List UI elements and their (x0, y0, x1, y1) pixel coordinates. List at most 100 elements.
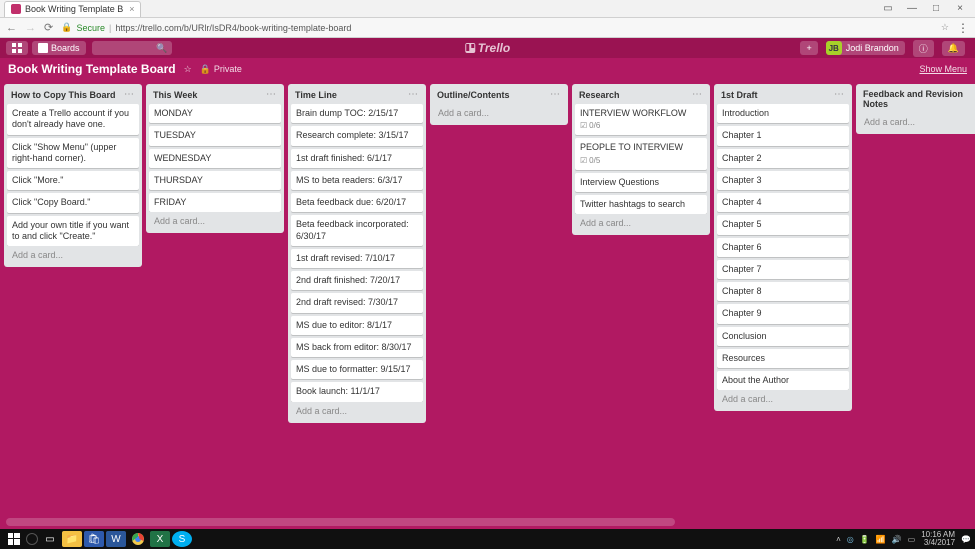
card[interactable]: MS back from editor: 8/30/17 (291, 338, 423, 357)
card[interactable]: PEOPLE TO INTERVIEW☑0/5 (575, 138, 707, 169)
browser-menu-button[interactable]: ⋮ (957, 21, 969, 35)
url-field[interactable]: 🔒 Secure | https://trello.com/b/URlr/IsD… (61, 22, 933, 33)
list-title[interactable]: 1st Draft (721, 90, 833, 100)
card[interactable]: Beta feedback due: 6/20/17 (291, 193, 423, 212)
maximize-button[interactable]: □ (929, 3, 943, 14)
reload-button[interactable]: ⟳ (44, 21, 53, 34)
card[interactable]: Chapter 7 (717, 260, 849, 279)
card[interactable]: MS due to formatter: 9/15/17 (291, 360, 423, 379)
add-card-button[interactable]: Add a card... (291, 402, 423, 420)
star-icon[interactable]: ☆ (941, 22, 949, 33)
card[interactable]: 2nd draft finished: 7/20/17 (291, 271, 423, 290)
card[interactable]: MS due to editor: 8/1/17 (291, 316, 423, 335)
add-card-button[interactable]: Add a card... (575, 214, 707, 232)
file-explorer-icon[interactable]: 📁 (62, 531, 82, 547)
card[interactable]: Chapter 3 (717, 171, 849, 190)
card[interactable]: Resources (717, 349, 849, 368)
card[interactable]: Book launch: 11/1/17 (291, 382, 423, 401)
card[interactable]: Chapter 9 (717, 304, 849, 323)
star-board-button[interactable]: ☆ (184, 64, 192, 75)
card[interactable]: 1st draft finished: 6/1/17 (291, 149, 423, 168)
add-card-button[interactable]: Add a card... (859, 113, 975, 131)
close-button[interactable]: × (953, 3, 967, 14)
skype-icon[interactable]: S (172, 531, 192, 547)
show-menu-button[interactable]: Show Menu (919, 64, 967, 74)
list-menu-button[interactable]: ⋯ (123, 89, 135, 100)
card[interactable]: Chapter 4 (717, 193, 849, 212)
notifications-button[interactable]: 🔔 (942, 41, 965, 56)
list-menu-button[interactable]: ⋯ (691, 89, 703, 100)
tray-volume-icon[interactable]: 🔊 (892, 535, 902, 544)
tab-close-button[interactable]: × (129, 4, 134, 14)
card[interactable]: Click "More." (7, 171, 139, 190)
card[interactable]: 1st draft revised: 7/10/17 (291, 249, 423, 268)
word-icon[interactable]: W (106, 531, 126, 547)
card[interactable]: Chapter 8 (717, 282, 849, 301)
info-button[interactable]: ⓘ (913, 40, 934, 57)
list-menu-button[interactable]: ⋯ (549, 89, 561, 100)
card[interactable]: Introduction (717, 104, 849, 123)
card[interactable]: INTERVIEW WORKFLOW☑0/6 (575, 104, 707, 135)
back-button[interactable]: ← (6, 22, 17, 34)
card[interactable]: THURSDAY (149, 171, 281, 190)
add-card-button[interactable]: Add a card... (149, 212, 281, 230)
list-title[interactable]: Feedback and Revision Notes (863, 89, 975, 109)
start-button[interactable] (4, 531, 24, 547)
tray-input-icon[interactable]: ▭ (908, 535, 916, 544)
card[interactable]: MS to beta readers: 6/3/17 (291, 171, 423, 190)
cortana-button[interactable] (26, 533, 38, 545)
browser-tab[interactable]: Book Writing Template B × (4, 1, 141, 17)
privacy-button[interactable]: 🔒 Private (200, 64, 242, 75)
card[interactable]: Create a Trello account if you don't alr… (7, 104, 139, 135)
create-button[interactable]: + (800, 41, 817, 55)
card[interactable]: MONDAY (149, 104, 281, 123)
trello-logo[interactable]: Trello (465, 41, 510, 55)
app-switcher-button[interactable] (6, 41, 28, 55)
tray-wifi-icon[interactable]: 📶 (876, 535, 886, 544)
card[interactable]: FRIDAY (149, 193, 281, 212)
forward-button[interactable]: → (25, 22, 36, 34)
list-title[interactable]: This Week (153, 90, 265, 100)
card[interactable]: Click "Copy Board." (7, 193, 139, 212)
add-card-button[interactable]: Add a card... (717, 390, 849, 408)
user-menu-button[interactable]: JB Jodi Brandon (826, 41, 905, 55)
board-canvas[interactable]: How to Copy This Board⋯Create a Trello a… (0, 80, 975, 529)
list-title[interactable]: How to Copy This Board (11, 90, 123, 100)
card[interactable]: Brain dump TOC: 2/15/17 (291, 104, 423, 123)
card[interactable]: Click "Show Menu" (upper right-hand corn… (7, 138, 139, 169)
excel-icon[interactable]: X (150, 531, 170, 547)
card[interactable]: Research complete: 3/15/17 (291, 126, 423, 145)
task-view-button[interactable]: ▭ (40, 531, 60, 547)
add-card-button[interactable]: Add a card... (433, 104, 565, 122)
tray-chevron-icon[interactable]: ˄ (836, 535, 841, 544)
card[interactable]: Beta feedback incorporated: 6/30/17 (291, 215, 423, 246)
card[interactable]: Chapter 1 (717, 126, 849, 145)
chrome-icon[interactable] (128, 531, 148, 547)
card[interactable]: Chapter 2 (717, 149, 849, 168)
card[interactable]: Chapter 5 (717, 215, 849, 234)
clock[interactable]: 10:16 AM 3/4/2017 (921, 531, 955, 547)
search-input[interactable]: 🔍 (92, 41, 172, 55)
store-icon[interactable]: 🛍 (84, 531, 104, 547)
card[interactable]: About the Author (717, 371, 849, 390)
list-title[interactable]: Research (579, 90, 691, 100)
card[interactable]: Interview Questions (575, 173, 707, 192)
board-title[interactable]: Book Writing Template Board (8, 62, 176, 76)
tray-battery-icon[interactable]: 🔋 (860, 535, 870, 544)
list-title[interactable]: Time Line (295, 90, 407, 100)
card[interactable]: 2nd draft revised: 7/30/17 (291, 293, 423, 312)
list-menu-button[interactable]: ⋯ (265, 89, 277, 100)
card[interactable]: Add your own title if you want to and cl… (7, 216, 139, 247)
card[interactable]: TUESDAY (149, 126, 281, 145)
tray-app-icon[interactable]: ◎ (847, 535, 854, 544)
list-menu-button[interactable]: ⋯ (833, 89, 845, 100)
horizontal-scrollbar[interactable] (6, 518, 675, 526)
list-title[interactable]: Outline/Contents (437, 90, 549, 100)
card[interactable]: Conclusion (717, 327, 849, 346)
notification-center-button[interactable]: 💬 (961, 535, 971, 544)
minimize-button[interactable]: — (905, 3, 919, 14)
list-menu-button[interactable]: ⋯ (407, 89, 419, 100)
boards-button[interactable]: Boards (32, 41, 86, 55)
add-card-button[interactable]: Add a card... (7, 246, 139, 264)
account-icon[interactable]: ▭ (881, 3, 895, 14)
